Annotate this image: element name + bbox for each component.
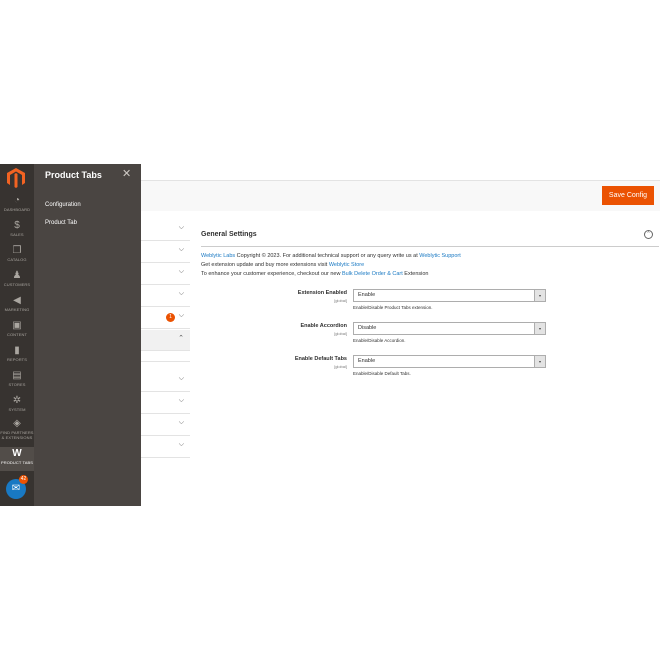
nav-label: Find Partners & Extensions: [0, 430, 34, 440]
layout-icon: ▣: [12, 320, 22, 331]
nav-item-catalog[interactable]: ❒ Catalog: [0, 244, 34, 269]
config-tab[interactable]: ⌵: [141, 371, 190, 392]
info-text: Copyright © 2023. For additional technic…: [235, 253, 420, 259]
config-tab[interactable]: ⌵: [141, 393, 190, 414]
nav-item-product-tabs[interactable]: W Product Tabs: [0, 447, 34, 471]
nav-label: Dashboard: [3, 207, 31, 212]
info-text: Get extension update and buy more extens…: [201, 262, 329, 268]
nav-label: Catalog: [7, 257, 27, 262]
section-divider: [201, 246, 659, 247]
nav-item-sales[interactable]: $ Sales: [0, 219, 34, 244]
nav-item-system[interactable]: ✲ System: [0, 394, 34, 419]
nav-item-marketing[interactable]: ◀ Marketing: [0, 294, 34, 319]
dropdown-arrow-icon: ▾: [534, 356, 545, 367]
config-tab[interactable]: ⌵: [141, 437, 190, 458]
info-text: To enhance your customer experience, che…: [201, 271, 342, 277]
tab-divider: [141, 361, 190, 362]
info-text: Extension: [402, 271, 429, 277]
weblytic-labs-link[interactable]: Weblytic Labs: [201, 253, 235, 259]
select-value: Enable: [358, 292, 376, 298]
enable-default-tabs-select[interactable]: Enable ▾: [353, 355, 546, 368]
info-line-store: Get extension update and buy more extens…: [201, 262, 364, 268]
field-scope: [global]: [334, 364, 347, 369]
field-label-enable-default-tabs: Enable Default Tabs: [294, 356, 347, 362]
cube-icon: ❒: [12, 245, 22, 256]
flyout-link-product-tab[interactable]: Product Tab: [45, 220, 77, 226]
nav-label: Product Tabs: [0, 460, 34, 465]
nav-item-find-partners[interactable]: ◈ Find Partners & Extensions: [0, 417, 34, 445]
page-actions-bar: Save Config: [141, 180, 660, 211]
weblytic-store-link[interactable]: Weblytic Store: [329, 262, 364, 268]
config-tab[interactable]: 1 ⌵: [141, 308, 190, 329]
product-tabs-flyout: Product Tabs ✕ Configuration Product Tab: [34, 164, 141, 506]
admin-frame: ◔ Dashboard $ Sales ❒ Catalog ♟ Customer…: [0, 164, 660, 506]
nav-label: System: [8, 407, 26, 412]
dropdown-arrow-icon: ▾: [534, 290, 545, 301]
info-line-copyright: Weblytic Labs Copyright © 2023. For addi…: [201, 253, 461, 259]
weblytic-support-link[interactable]: Weblytic Support: [419, 253, 460, 259]
close-icon[interactable]: ✕: [122, 167, 131, 180]
flyout-title: Product Tabs: [45, 170, 102, 180]
config-tab[interactable]: ⌵: [141, 242, 190, 263]
field-note: Enable/Disable Product Tabs extension.: [353, 305, 433, 310]
chevron-up-icon: ⌃: [178, 335, 184, 342]
chevron-down-icon: ⌵: [178, 375, 184, 382]
config-tab[interactable]: ⌵: [141, 415, 190, 436]
field-label-extension-enabled: Extension Enabled: [297, 290, 347, 296]
field-scope: [global]: [334, 331, 347, 336]
field-note: Enable/Disable Accordion.: [353, 338, 406, 343]
chevron-down-icon: ⌵: [178, 290, 184, 297]
tab-notice-badge: 1: [166, 313, 175, 322]
section-title[interactable]: General Settings: [201, 231, 257, 238]
field-label-enable-accordion: Enable Accordion: [300, 323, 347, 329]
chevron-down-icon: ⌵: [178, 224, 184, 231]
bar-chart-icon: ▮: [14, 345, 20, 356]
graduation-cap-icon: ✉: [11, 483, 21, 494]
chevron-down-icon: ⌵: [178, 246, 184, 253]
notification-count-badge: 42: [19, 475, 28, 484]
chevron-down-icon: ⌵: [178, 268, 184, 275]
nav-item-stores[interactable]: ▤ Stores: [0, 369, 34, 394]
dollar-icon: $: [14, 220, 20, 231]
field-scope: [global]: [334, 298, 347, 303]
select-value: Enable: [358, 358, 376, 364]
person-icon: ♟: [12, 270, 22, 281]
chevron-down-icon: ⌵: [178, 419, 184, 426]
box-icon: ◈: [13, 418, 21, 429]
nav-item-dashboard[interactable]: ◔ Dashboard: [0, 194, 34, 219]
dashboard-icon: ◔: [13, 195, 21, 206]
nav-label: Reports: [7, 357, 27, 362]
weblytic-w-icon: W: [12, 448, 22, 459]
nav-label: Sales: [10, 232, 24, 237]
config-tab[interactable]: ⌵: [141, 220, 190, 241]
config-tab[interactable]: ⌵: [141, 286, 190, 307]
chevron-down-icon: ⌵: [178, 397, 184, 404]
nav-item-content[interactable]: ▣ Content: [0, 319, 34, 344]
flyout-link-configuration[interactable]: Configuration: [45, 202, 81, 208]
megaphone-icon: ◀: [13, 295, 21, 306]
field-note: Enable/Disable Default Tabs.: [353, 371, 411, 376]
config-tab[interactable]: ⌵: [141, 264, 190, 285]
store-icon: ▤: [12, 370, 22, 381]
dropdown-arrow-icon: ▾: [534, 323, 545, 334]
magento-logo-icon[interactable]: [7, 168, 25, 188]
nav-label: Marketing: [4, 307, 30, 312]
gear-icon: ✲: [12, 395, 22, 406]
collapse-toggle-icon[interactable]: ⌃: [644, 230, 653, 239]
nav-label: Customers: [3, 282, 31, 287]
save-config-button[interactable]: Save Config: [602, 186, 654, 205]
nav-item-customers[interactable]: ♟ Customers: [0, 269, 34, 294]
nav-label: Content: [6, 332, 28, 337]
chevron-down-icon: ⌵: [178, 441, 184, 448]
enable-accordion-select[interactable]: Disable ▾: [353, 322, 546, 335]
config-tab-open[interactable]: ⌃: [141, 330, 190, 351]
nav-label: Stores: [8, 382, 26, 387]
bulk-delete-link[interactable]: Bulk Delete Order & Cart: [342, 271, 403, 277]
select-value: Disable: [358, 325, 377, 331]
info-line-extension: To enhance your customer experience, che…: [201, 271, 428, 277]
extension-enabled-select[interactable]: Enable ▾: [353, 289, 546, 302]
chevron-down-icon: ⌵: [178, 312, 184, 319]
admin-nav: ◔ Dashboard $ Sales ❒ Catalog ♟ Customer…: [0, 164, 34, 506]
nav-item-reports[interactable]: ▮ Reports: [0, 344, 34, 369]
